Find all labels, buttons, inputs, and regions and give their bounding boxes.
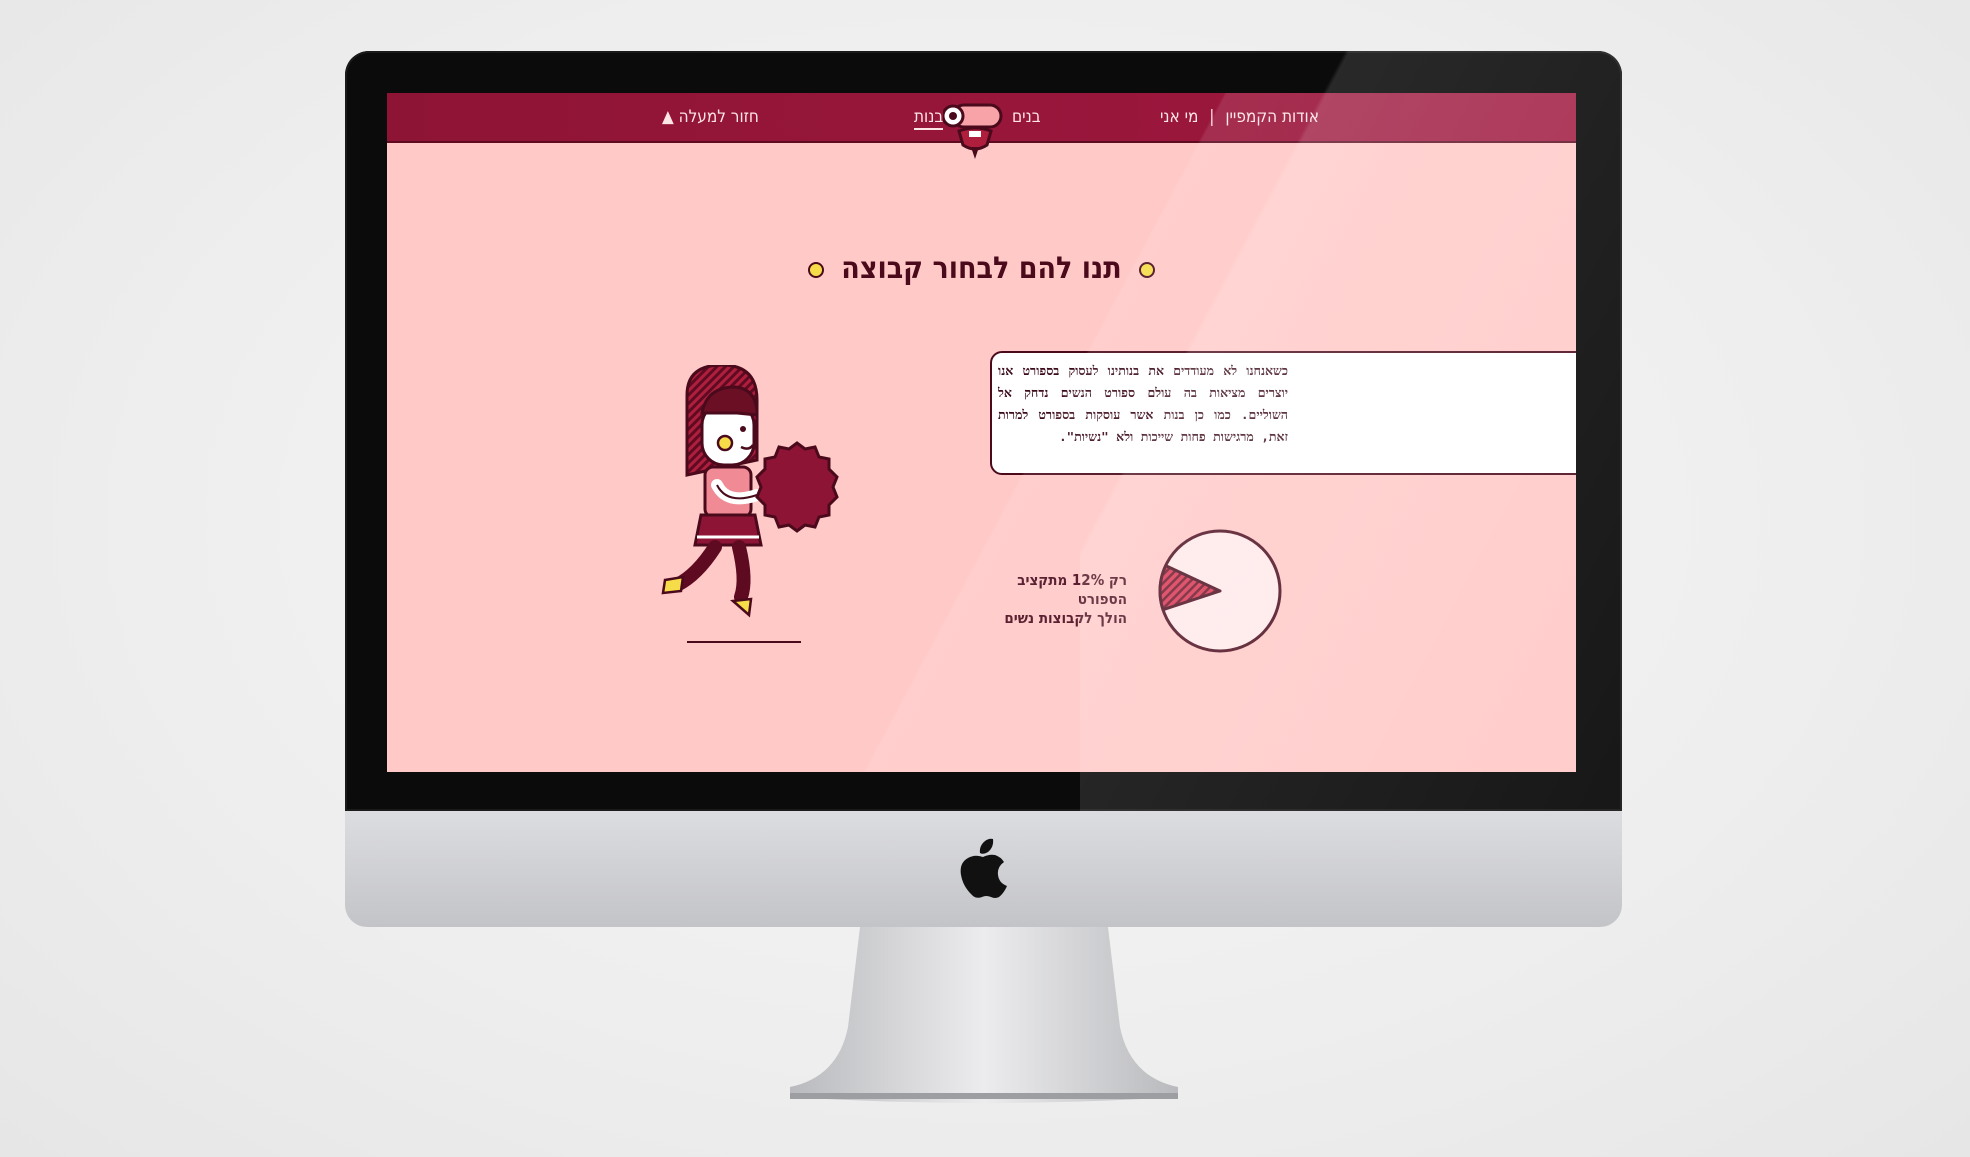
cheerleader-girl-illustration xyxy=(661,365,839,618)
yellow-dot-icon xyxy=(1139,261,1156,278)
budget-pie-chart xyxy=(1158,529,1282,653)
headline-text: תנו להם לבחור קבוצה xyxy=(841,251,1122,286)
back-to-top-link[interactable]: ▲ חזור למעלה xyxy=(662,107,759,127)
mascot-face-icon[interactable] xyxy=(943,101,1007,171)
nav-about-label: אודות הקמפיין xyxy=(1225,107,1319,127)
yellow-dot-icon xyxy=(807,261,824,278)
apple-logo-icon xyxy=(960,838,1007,898)
nav-girls-link[interactable]: בנות xyxy=(914,107,944,130)
stat-line-1: רק 12% מתקציב הספורט xyxy=(1017,571,1127,608)
nav-about-campaign[interactable]: אודות הקמפיין | מי אני xyxy=(1160,107,1319,127)
info-paragraph: כשאנחנו לא מעודדים את בנותינו לעסוק בספו… xyxy=(998,363,1288,444)
nav-me-label[interactable]: מי אני xyxy=(1160,107,1198,127)
budget-stat-label: רק 12% מתקציב הספורט הולך לקבוצות נשים xyxy=(987,571,1127,628)
monitor-stand xyxy=(790,927,1178,1103)
stat-line-2: הולך לקבוצות נשים xyxy=(1004,609,1127,627)
section-headline: תנו להם לבחור קבוצה xyxy=(387,251,1576,286)
pom-pom xyxy=(755,441,839,533)
nav-boys-link[interactable]: בנים xyxy=(1012,107,1041,127)
ground-line xyxy=(687,641,801,643)
nav-separator: | xyxy=(1209,107,1215,127)
info-text-box: כשאנחנו לא מעודדים את בנותינו לעסוק בספו… xyxy=(990,351,1576,475)
website-screen: אודות הקמפיין | מי אני בנים בנות ▲ חזור … xyxy=(387,93,1576,772)
